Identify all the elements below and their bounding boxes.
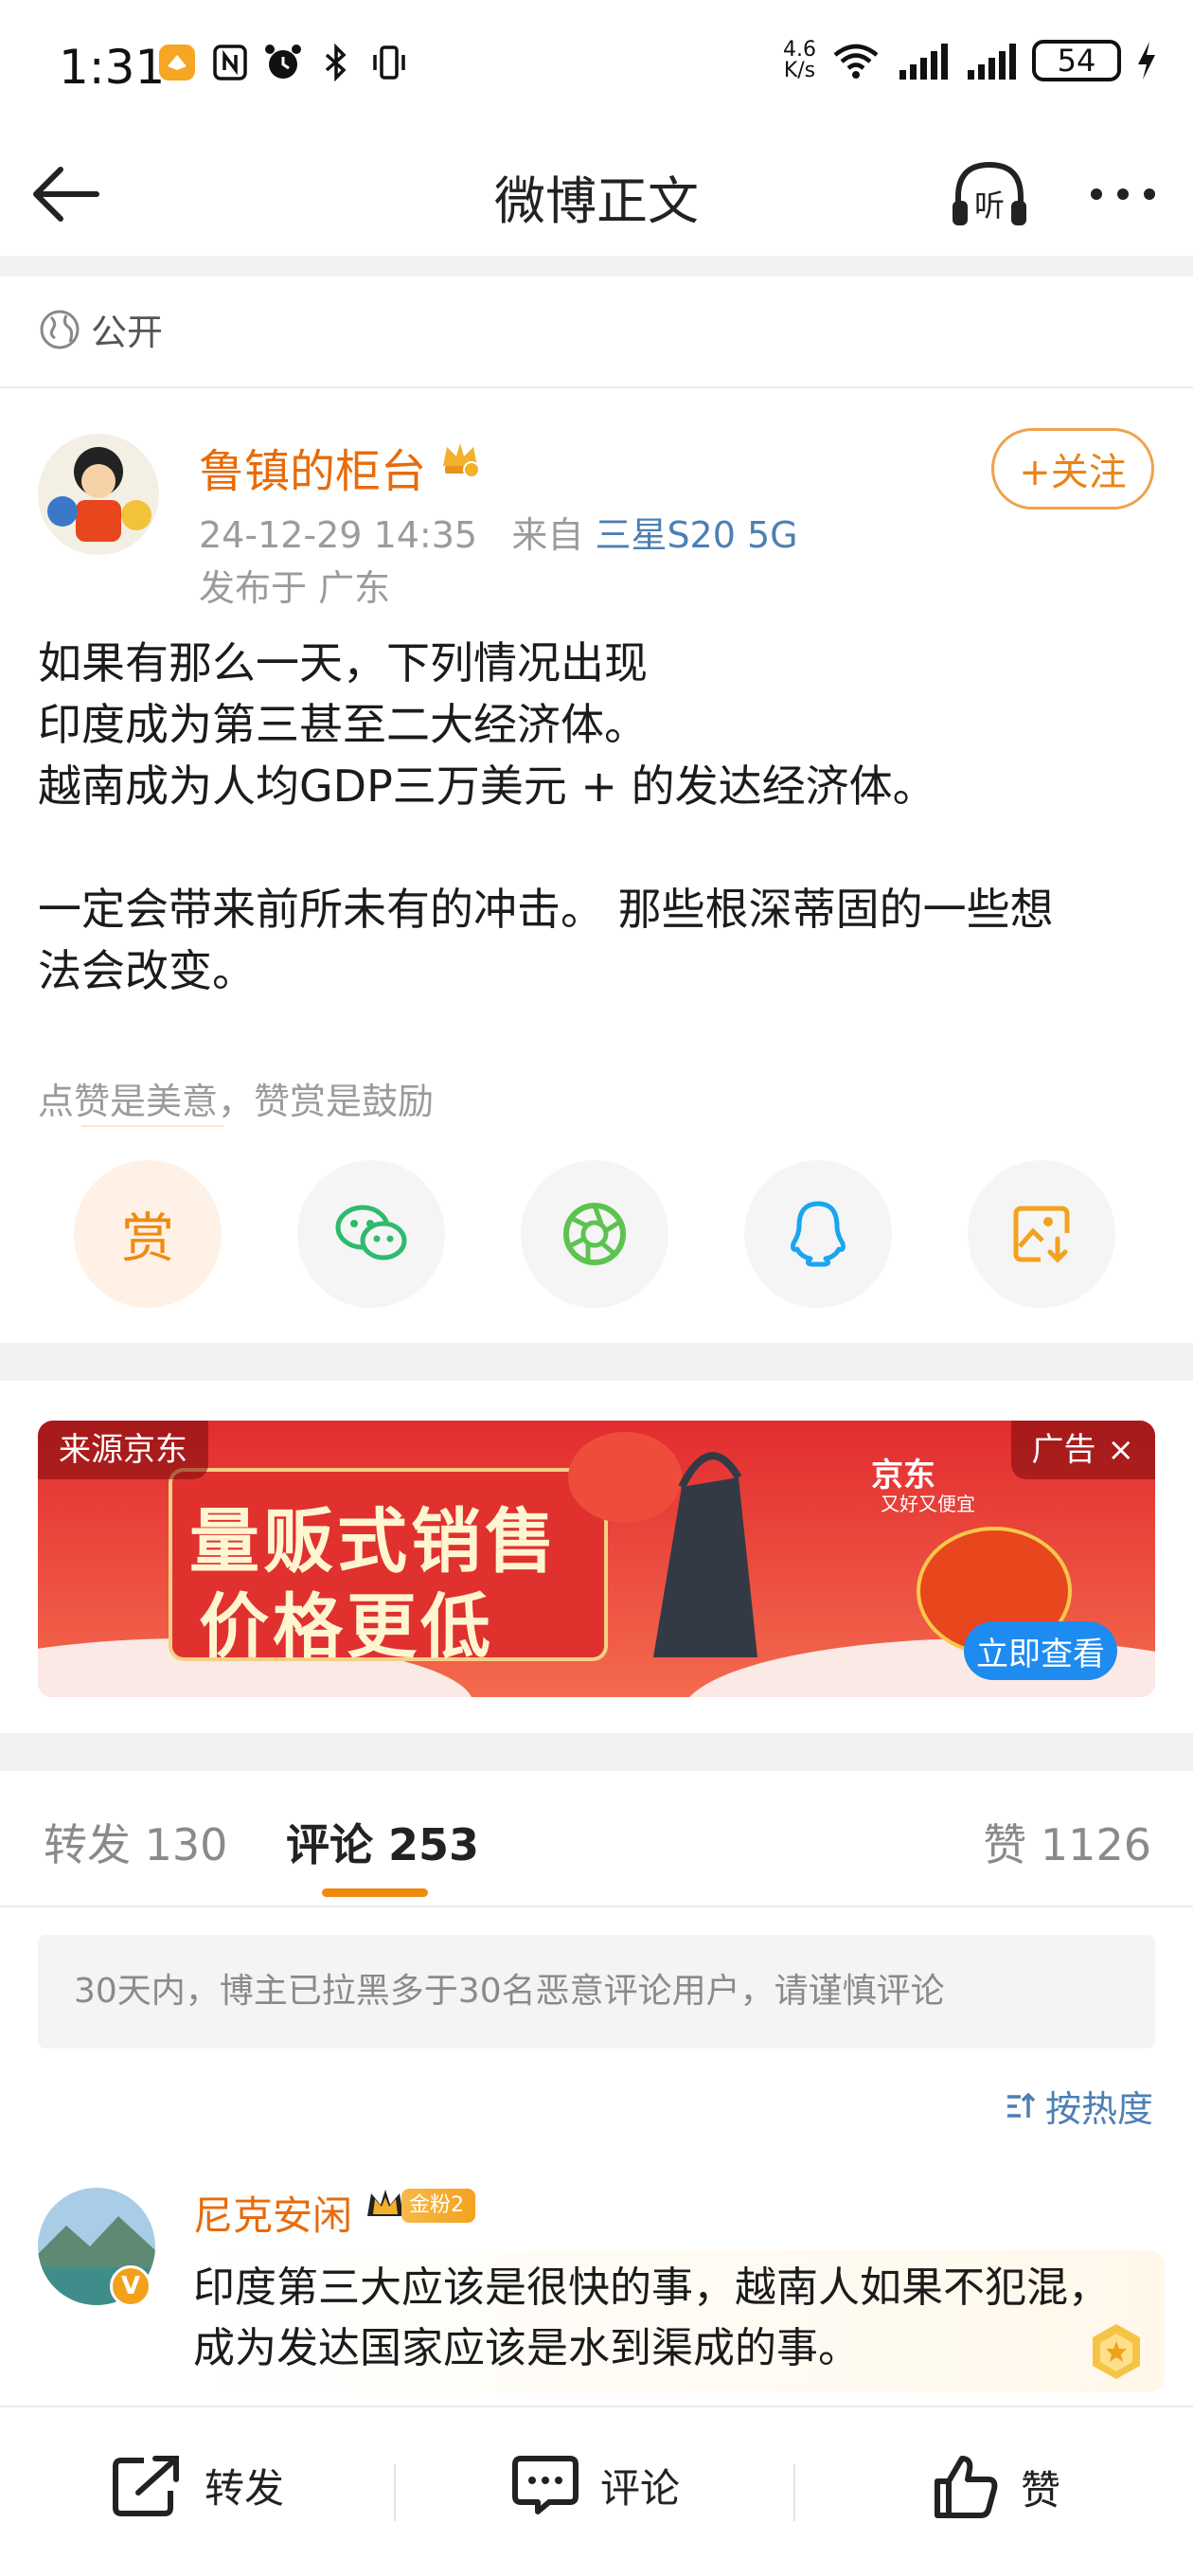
status-icons (156, 42, 410, 83)
tab-like[interactable]: 赞 1126 (983, 1811, 1151, 1873)
post-line: 如果有那么一天，下列情况出现 (38, 637, 648, 689)
bottom-action-bar: 转发 评论 赞 (0, 2406, 1193, 2576)
alarm-icon (265, 45, 301, 79)
comment-button[interactable]: 评论 (511, 2453, 680, 2517)
status-time: 1:31 (59, 40, 166, 95)
post-text: 如果有那么一天，下列情况出现 印度成为第三甚至二大经济体。 越南成为人均GDP三… (38, 633, 1155, 1002)
listen-label: 听 (974, 188, 1005, 224)
commenter-name[interactable]: 尼克安闲 (193, 2184, 352, 2242)
repost-icon (113, 2456, 179, 2516)
qq-icon (791, 1201, 846, 1267)
post-line: 一定会带来前所未有的冲击。 那些根深蒂固的一些想 (38, 884, 1054, 935)
globe-icon (40, 310, 80, 349)
thumbs-up-icon (935, 2456, 998, 2518)
comment-tabs: 转发 130 评论 253 赞 1126 (0, 1790, 1193, 1904)
verified-badge: V (110, 2265, 151, 2307)
sort-icon (1006, 2092, 1036, 2118)
active-tab-indicator (322, 1888, 428, 1897)
divider (0, 386, 1193, 388)
save-image-icon (1013, 1206, 1070, 1263)
save-image-button[interactable] (968, 1160, 1115, 1308)
post-line: 越南成为人均GDP三万美元 + 的发达经济体。 (38, 760, 936, 812)
vip-crown-icon (443, 443, 480, 478)
tab-comment[interactable]: 评论 253 (286, 1811, 479, 1873)
section-divider (0, 1343, 1193, 1381)
sort-toggle[interactable]: 按热度 (1004, 2080, 1153, 2132)
headphones-icon: 听 (953, 161, 1026, 225)
app-notification-icon (159, 45, 195, 80)
tab-repost[interactable]: 转发 130 (44, 1811, 227, 1873)
sort-label: 按热度 (1044, 2088, 1153, 2130)
visibility-label: 公开 (91, 312, 164, 353)
nav-bar: 微博正文 听 (0, 133, 1193, 256)
ad-tag-label: 广告 (1031, 1431, 1096, 1469)
moments-icon (563, 1203, 626, 1265)
post-line: 法会改变。 (38, 945, 256, 996)
comment-notice: 30天内，博主已拉黑多于30名恶意评论用户，请谨慎评论 (38, 1935, 1155, 2048)
author-name[interactable]: 鲁镇的柜台 (199, 434, 426, 500)
from-prefix: 来自 (511, 514, 584, 556)
listen-button[interactable]: 听 (947, 153, 1032, 239)
ad-headline-2: 价格更低 (199, 1586, 494, 1668)
post-timestamp: 24-12-29 14:35 (199, 514, 478, 556)
visibility-row: 公开 (38, 303, 163, 355)
ad-close-icon[interactable]: × (1108, 1421, 1135, 1479)
comment-icon (512, 2456, 579, 2514)
reward-button[interactable]: 赏 (74, 1160, 222, 1308)
ad-brand-slogan: 又好又便宜 (881, 1493, 975, 1515)
post-location: 发布于 广东 (199, 567, 391, 609)
fan-badge-label: 金粉2 (401, 2189, 475, 2223)
post-line (38, 817, 1155, 879)
wechat-icon (335, 1205, 407, 1261)
wifi-icon (833, 44, 879, 79)
repost-label: 转发 (205, 2464, 285, 2512)
network-speed-value: 4.6 (783, 38, 816, 62)
separator (394, 2464, 396, 2521)
author-avatar[interactable] (38, 434, 159, 555)
ad-tag[interactable]: 广告 × (1010, 1421, 1155, 1479)
signal-1-icon (899, 44, 948, 80)
section-divider (0, 256, 1193, 277)
status-bar: 1:31 4.6 K/s 54 (0, 0, 1193, 133)
battery-indicator: 54 (1032, 40, 1121, 81)
ad-source-label: 来源京东 (38, 1421, 208, 1479)
post-device[interactable]: 三星S20 5G (595, 514, 797, 556)
share-qq-button[interactable] (744, 1160, 892, 1308)
network-speed: 4.6 K/s (783, 40, 816, 81)
nfc-icon (213, 45, 247, 80)
divider (0, 1905, 1193, 1907)
comment-text: 印度第三大应该是很快的事，越南人如果不犯混，成为发达国家应该是水到渠成的事。 (193, 2263, 1110, 2372)
reward-tip: 点赞是美意，赞赏是鼓励 (38, 1081, 435, 1122)
like-label: 赞 (1021, 2466, 1061, 2513)
share-moments-button[interactable] (521, 1160, 668, 1308)
vibrate-icon (373, 45, 405, 80)
follow-button[interactable]: +关注 (991, 428, 1154, 510)
post-meta: 24-12-29 14:35 来自 三星S20 5G (199, 506, 798, 558)
ad-cta-button[interactable]: 立即查看 (964, 1621, 1117, 1680)
section-divider (0, 1733, 1193, 1771)
charging-icon (1138, 42, 1155, 80)
like-button[interactable]: 赞 (932, 2453, 1060, 2521)
share-row: 赏 (0, 1160, 1193, 1312)
bluetooth-icon (325, 43, 347, 82)
more-icon[interactable] (1085, 161, 1161, 227)
avatar-image (38, 434, 159, 555)
fan-badge: 金粉2 (364, 2186, 475, 2226)
status-right: 4.6 K/s 54 (783, 40, 1159, 81)
comment-label: 评论 (600, 2464, 681, 2512)
tip-pointer (81, 1125, 223, 1127)
reward-icon: 赏 (121, 1208, 174, 1270)
post-line: 印度成为第三甚至二大经济体。 (38, 699, 648, 750)
signal-2-icon (968, 44, 1016, 80)
share-wechat-button[interactable] (297, 1160, 445, 1308)
repost-button[interactable]: 转发 (112, 2453, 284, 2517)
network-speed-unit: K/s (783, 59, 816, 82)
separator (793, 2464, 795, 2521)
